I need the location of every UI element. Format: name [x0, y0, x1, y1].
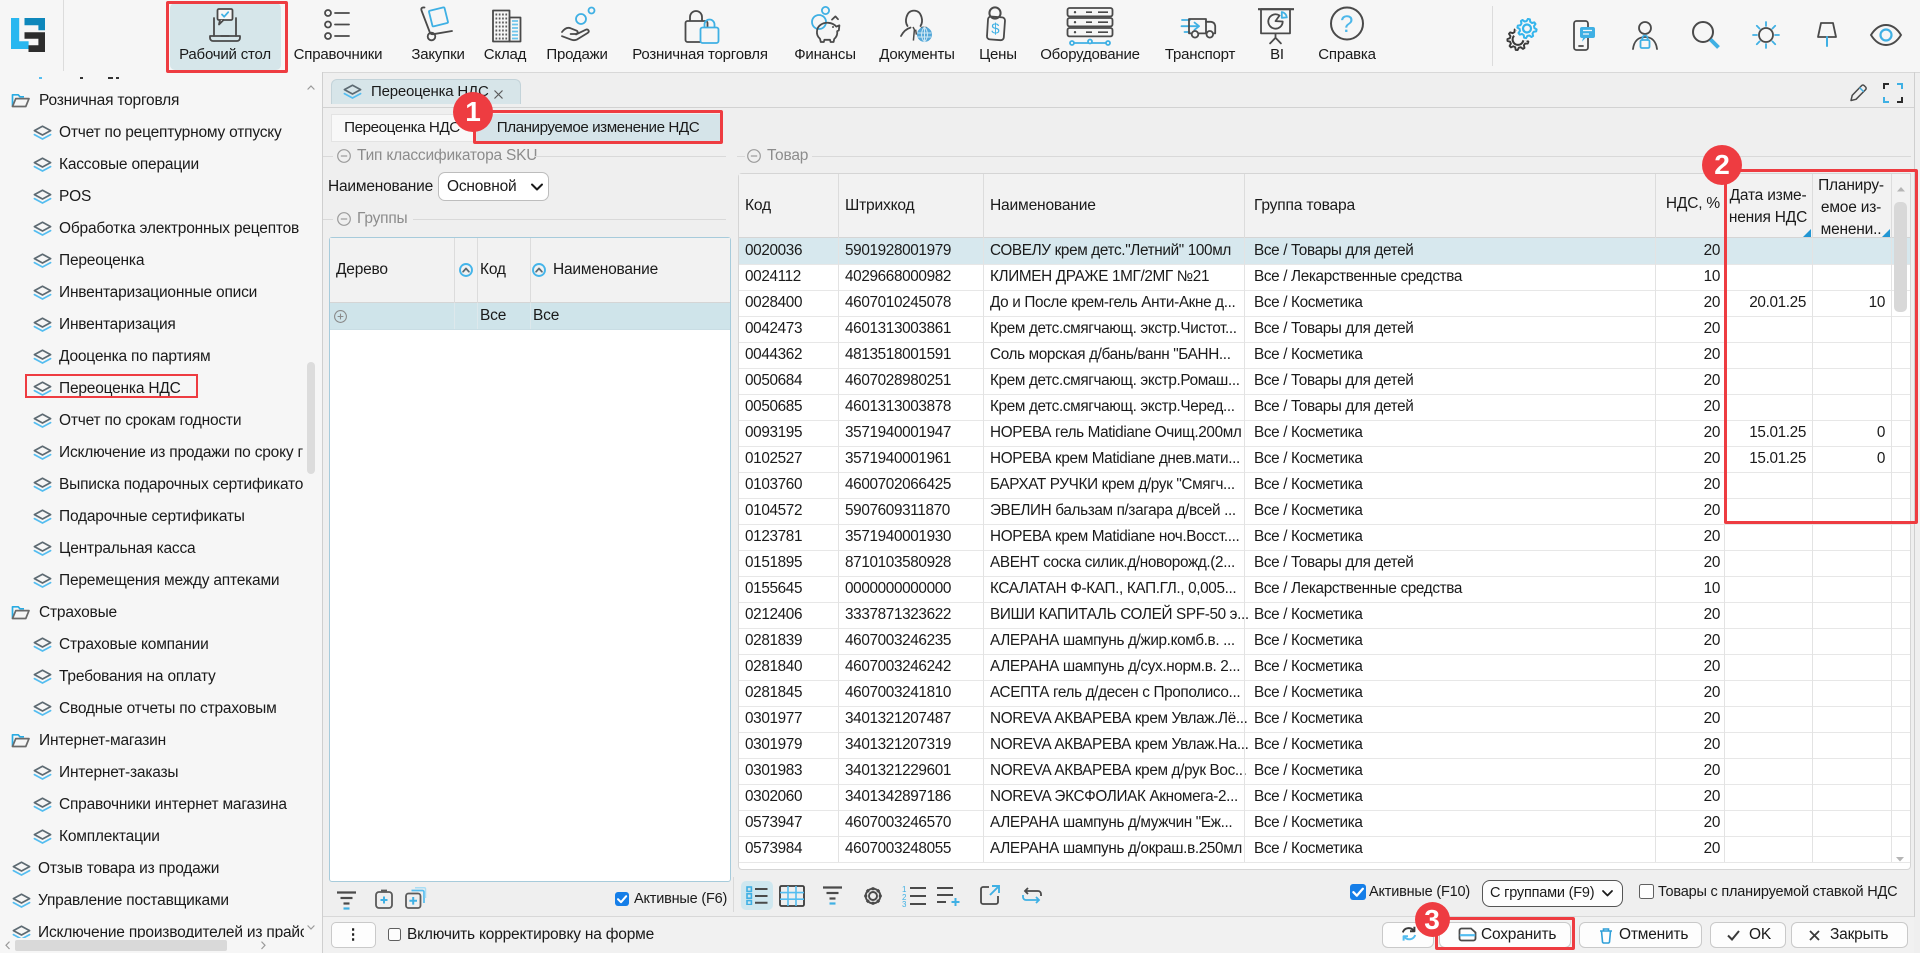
svg-text:$: $	[991, 21, 1000, 38]
svg-text:3: 3	[902, 900, 907, 907]
svg-text:?: ?	[1340, 11, 1353, 38]
